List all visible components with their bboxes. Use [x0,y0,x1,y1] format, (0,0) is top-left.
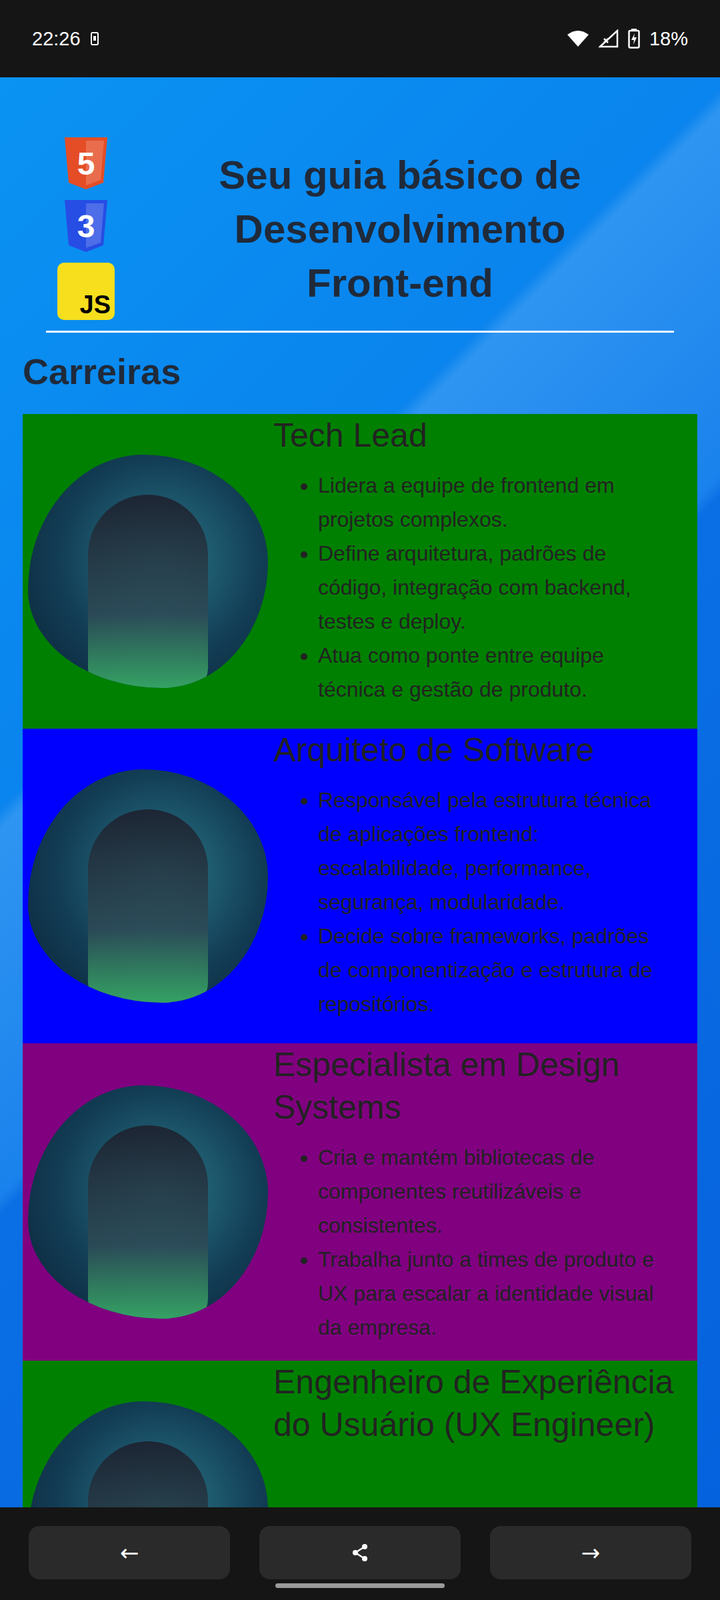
divider [46,330,674,333]
career-photo [28,769,268,1003]
person-figure [88,809,208,1003]
phone-screen: 22:26 18% 5 3 JS Seu guia básico de Desenvolv… [0,0,720,1600]
career-photo-frame [22,728,274,1044]
career-text: Tech Lead Lidera a equipe de frontend em … [273,414,698,729]
career-points: Responsável pela estrutura técnica de ap… [273,783,678,1022]
career-text: Arquiteto de Software Responsável pela es… [273,728,698,1044]
battery-level: 18% [649,28,688,50]
js-logo-icon: JS [57,262,115,320]
career-list: Tech Lead Lidera a equipe de frontend em … [22,414,698,1508]
career-title: Tech Lead [273,414,678,457]
career-card: Arquiteto de Software Responsável pela es… [22,728,698,1044]
shield-logo-icon: 5 [63,137,109,190]
career-text: Especialista em Design Systems Cria e man… [273,1043,698,1361]
career-point: Responsável pela estrutura técnica de ap… [318,783,678,920]
svg-text:3: 3 [77,208,96,244]
logo-stack: 5 3 JS [46,137,126,320]
career-points: Lidera a equipe de frontend em projetos … [273,468,678,707]
career-photo-frame [22,1360,274,1508]
clock: 22:26 [32,28,81,50]
career-card: Especialista em Design Systems Cria e man… [22,1043,698,1361]
career-point: Lidera a equipe de frontend em projetos … [318,468,678,537]
section-title: Carreiras [22,350,698,393]
svg-text:JS: JS [80,290,111,319]
page-header: 5 3 JS Seu guia básico de Desenvolvimento F… [22,137,698,320]
career-point: Atua como ponte entre equipe técnica e g… [318,638,678,707]
shield-logo-icon: 3 [63,200,109,252]
page-title: Seu guia básico de Desenvolvimento Front… [173,148,627,310]
career-point: Define arquitetura, padrões de código, i… [318,536,678,639]
career-photo [28,1401,268,1508]
svg-text:5: 5 [77,146,96,182]
career-card: Tech Lead Lidera a equipe de frontend em … [22,414,698,729]
status-bar: 22:26 18% [0,0,720,78]
person-figure [88,494,208,688]
battery-icon [628,28,640,49]
career-point: Cria e mantém bibliotecas de componentes… [318,1140,678,1243]
career-point: Trabalha junto a times de produto e UX p… [318,1242,678,1345]
career-title: Especialista em Design Systems [273,1043,678,1129]
career-photo-frame [22,414,274,729]
career-photo [28,454,268,688]
wifi-icon [566,30,590,48]
career-title: Arquiteto de Software [273,728,678,772]
career-points: Cria e mantém bibliotecas de componentes… [273,1140,678,1345]
career-photo-frame [22,1043,274,1361]
person-figure [88,1441,208,1508]
career-card: Engenheiro de Experiência do Usuário (UX… [22,1360,698,1508]
share-icon [351,1543,369,1562]
web-page: 5 3 JS Seu guia básico de Desenvolvimento F… [0,77,720,1508]
forward-button[interactable]: → [490,1526,692,1580]
browser-nav-bar: ←→ [0,1507,720,1600]
career-photo [28,1085,268,1319]
career-text: Engenheiro de Experiência do Usuário (UX… [273,1360,698,1508]
person-figure [88,1125,208,1319]
career-title: Engenheiro de Experiência do Usuário (UX… [273,1360,678,1446]
home-indicator[interactable] [275,1583,445,1588]
signal-icon [598,29,619,48]
back-button[interactable]: ← [28,1526,230,1580]
device-icon [90,32,100,46]
share-button[interactable] [259,1526,461,1580]
career-point: Decide sobre frameworks, padrões de comp… [318,919,678,1022]
